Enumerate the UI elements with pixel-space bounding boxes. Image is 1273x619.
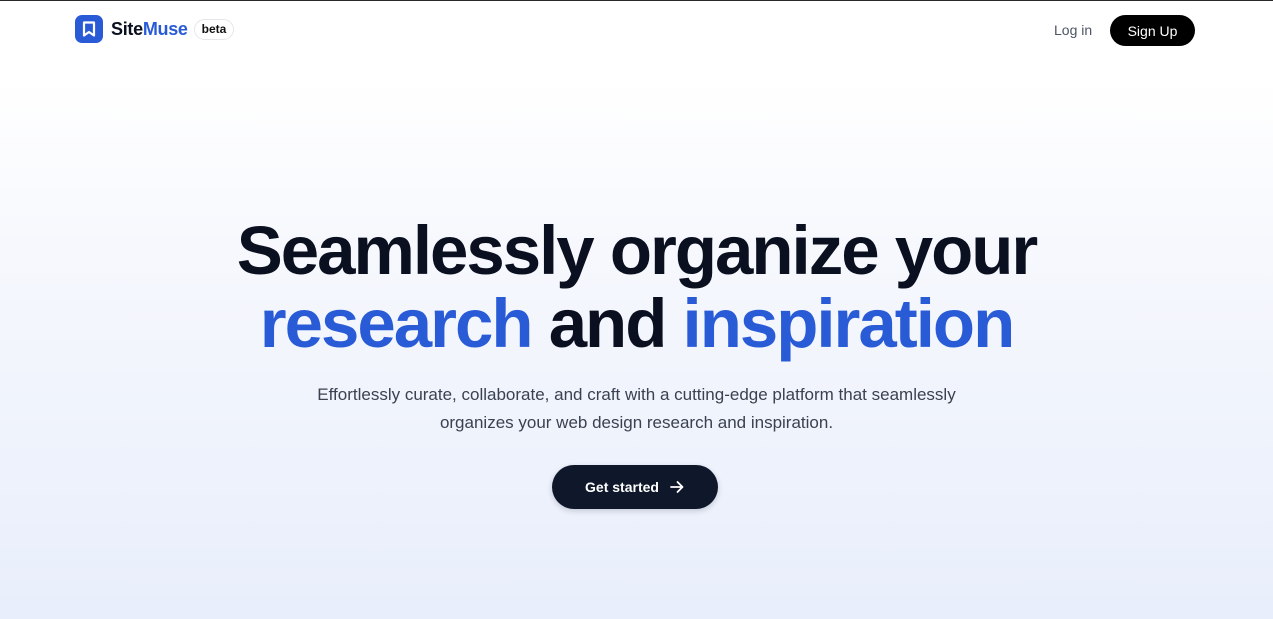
hero-title-and: and: [548, 285, 668, 362]
hero-subtitle-line2: organizes your web design research and i…: [439, 413, 834, 432]
brand-name: SiteMuse: [111, 15, 188, 43]
get-started-label: Get started: [585, 479, 659, 495]
hero-title-accent-research: research: [259, 285, 534, 362]
hero-title-line1: Seamlessly organize your: [236, 212, 1039, 289]
login-link[interactable]: Log in: [1054, 21, 1092, 39]
get-started-button[interactable]: Get started: [552, 465, 718, 509]
brand-logo[interactable]: SiteMuse beta: [75, 15, 235, 43]
hero-title: Seamlessly organize your research and in…: [0, 214, 1273, 360]
arrow-right-icon: [669, 479, 685, 495]
brand-name-site: Site: [111, 19, 143, 39]
hero-title-accent-inspiration: inspiration: [682, 285, 1016, 362]
signup-button[interactable]: Sign Up: [1110, 15, 1195, 46]
beta-badge: beta: [193, 18, 235, 40]
hero-subtitle-line1: Effortlessly curate, collaborate, and cr…: [317, 385, 956, 404]
hero-subtitle: Effortlessly curate, collaborate, and cr…: [0, 381, 1273, 437]
site-header: SiteMuse beta Log in Sign Up: [0, 1, 1273, 57]
brand-name-muse: Muse: [142, 19, 188, 39]
bookmark-icon: [75, 15, 103, 43]
signup-button-label: Sign Up: [1127, 22, 1178, 39]
